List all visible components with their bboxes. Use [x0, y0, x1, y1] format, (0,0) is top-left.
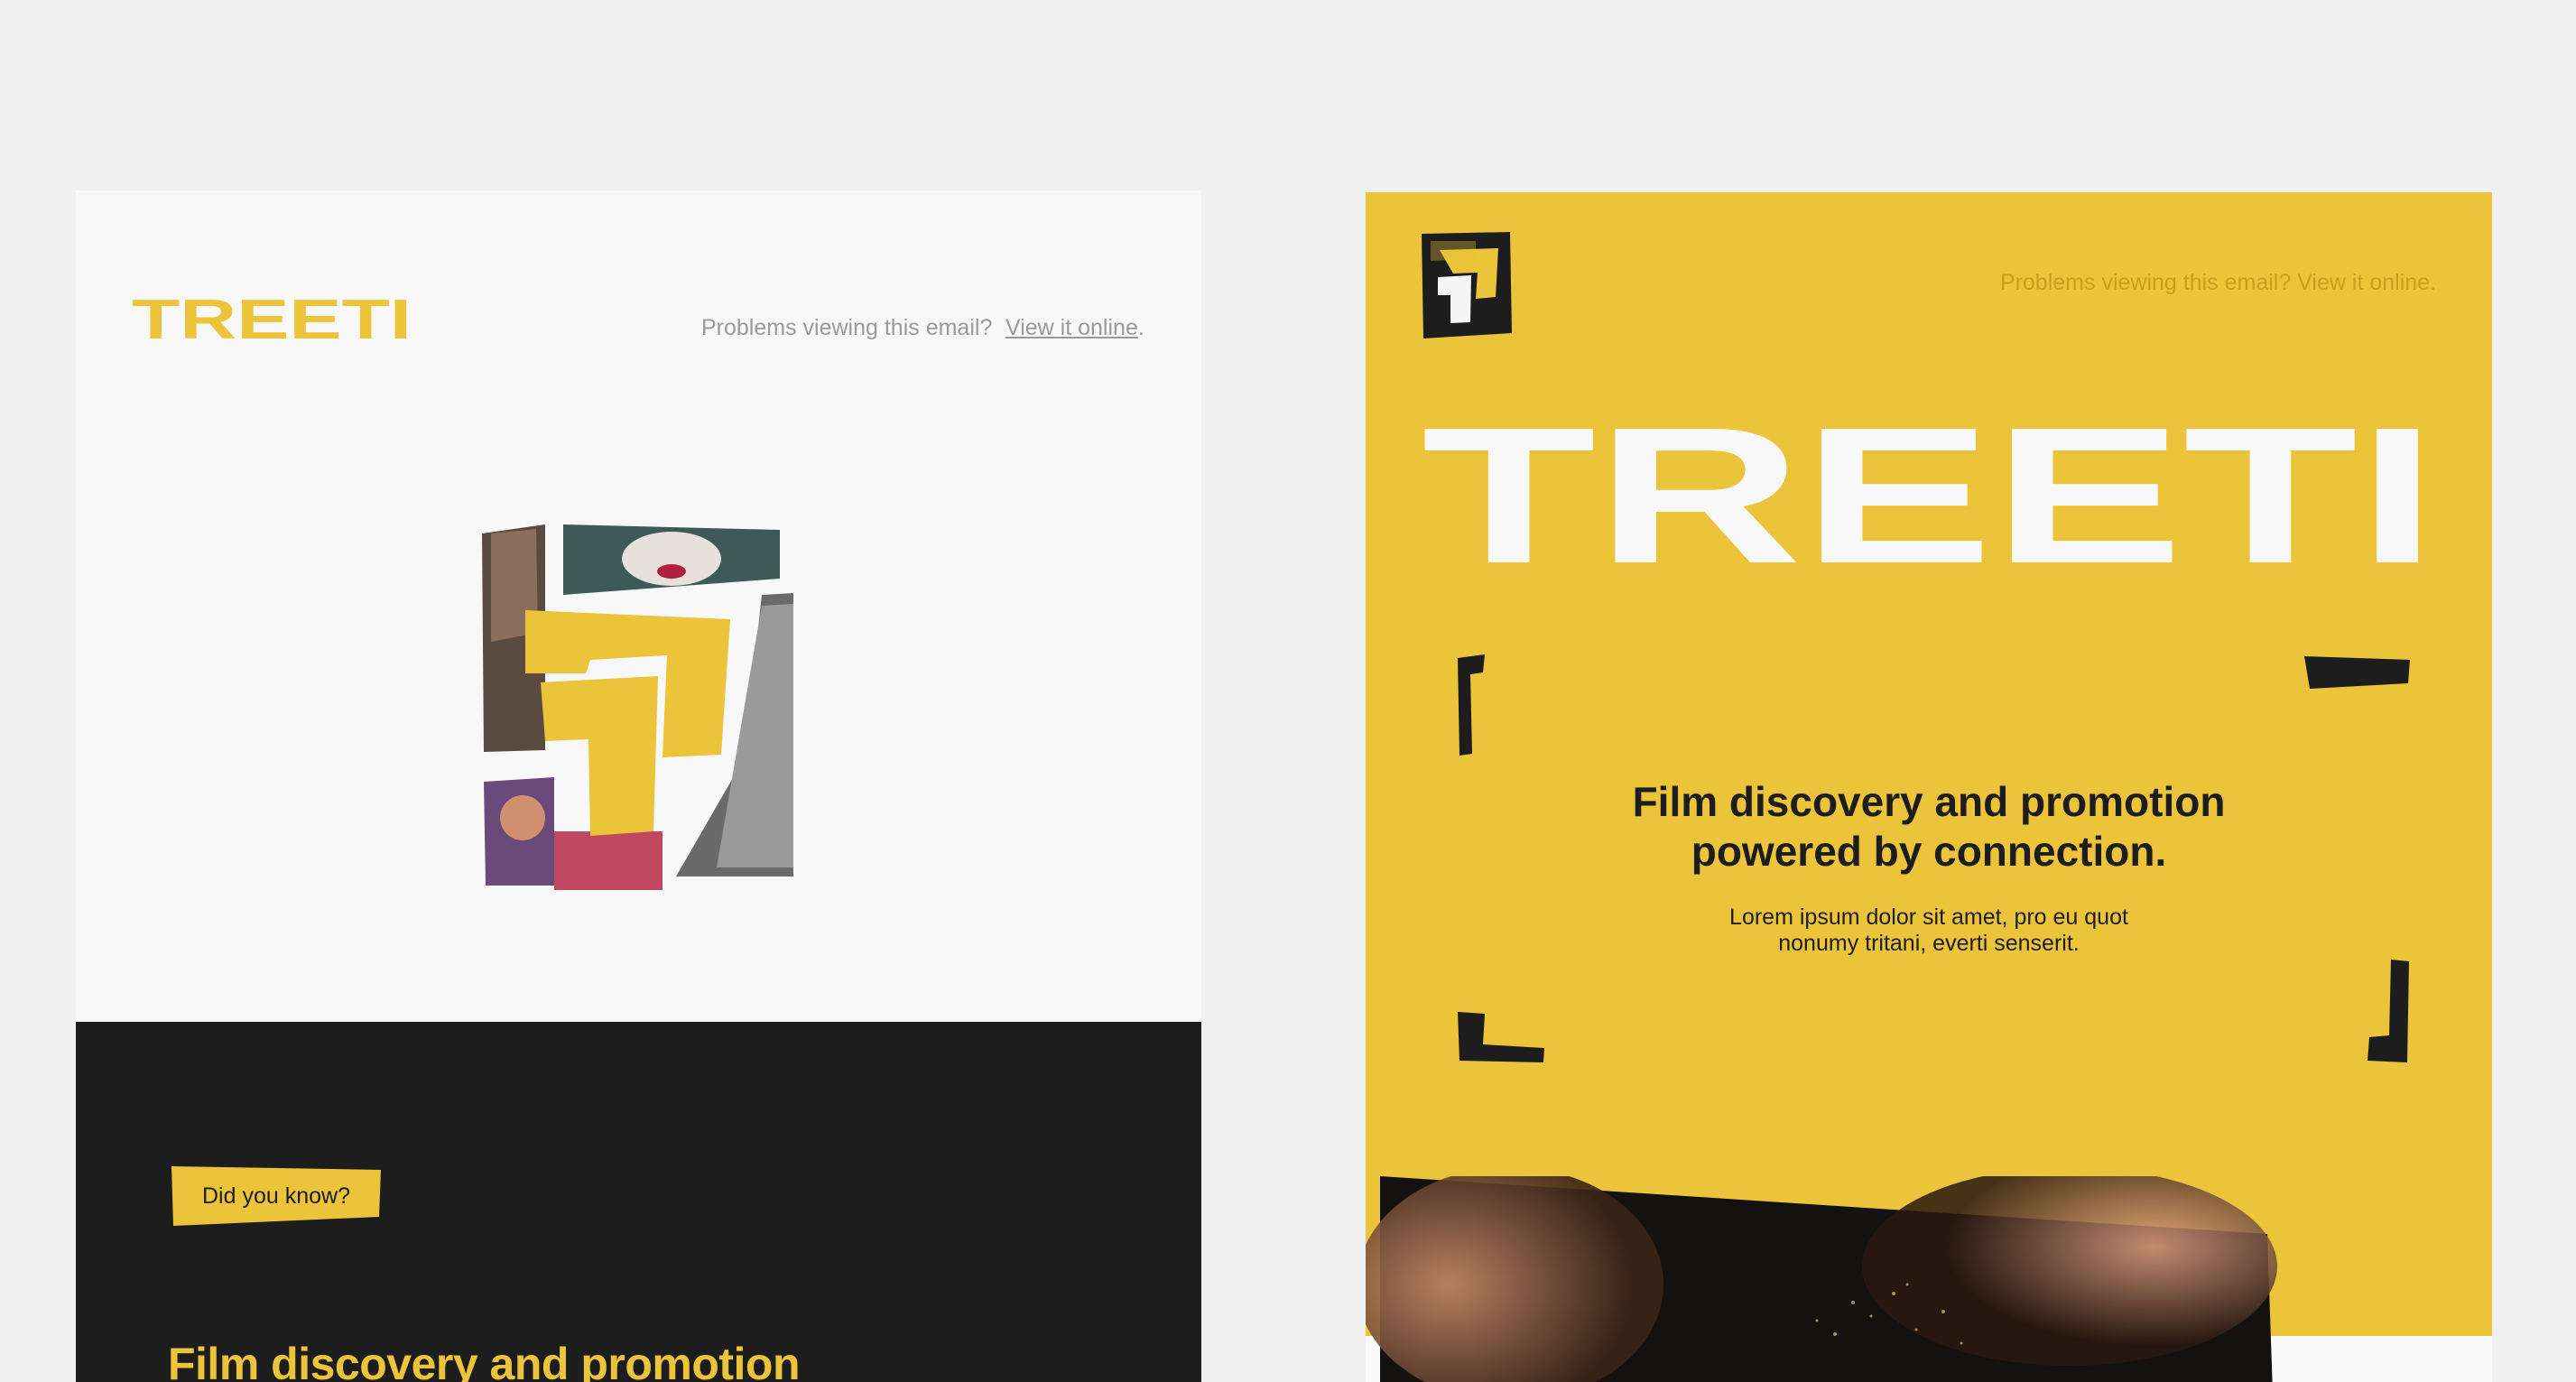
hero-headline-line1: Film discovery and promotion: [1632, 778, 2226, 825]
bracket-top-left: [1458, 654, 1485, 756]
badge-label: Did you know?: [202, 1183, 350, 1209]
right-email-preview: Problems viewing this email? View it onl…: [1366, 192, 2492, 1382]
did-you-know-badge: Did you know?: [171, 1166, 381, 1226]
treeti-icon-logo[interactable]: [1422, 232, 1515, 339]
did-you-know-section: Did you know? Film discovery and promoti…: [76, 1022, 1201, 1382]
problems-viewing-text: Problems viewing this email?: [701, 315, 993, 340]
hands-photo: [1366, 1176, 2277, 1382]
hero-subtext: Lorem ipsum dolor sit amet, pro eu quot …: [1366, 904, 2492, 957]
trailing-period: .: [1138, 315, 1144, 340]
treeti-logo[interactable]: TREETI: [132, 297, 412, 342]
hero-headline: Film discovery and promotion powered by …: [1366, 777, 2492, 877]
hero-headline-line2: powered by connection.: [1691, 828, 2167, 875]
svg-text:TREETI: TREETI: [132, 297, 412, 342]
bracket-bottom-right: [2368, 960, 2409, 1062]
bracket-bottom-left: [1458, 1012, 1544, 1062]
left-email-preview: TREETI Problems viewing this email? View…: [76, 190, 1201, 1382]
hero-subtext-line2: nonumy tritani, everti senserit.: [1778, 931, 2080, 956]
svg-text:TREETI: TREETI: [1422, 413, 2437, 567]
treeti-wordmark: TREETI: [1422, 413, 2437, 567]
hero-subtext-line1: Lorem ipsum dolor sit amet, pro eu quot: [1729, 904, 2128, 930]
problems-viewing-link[interactable]: Problems viewing this email? View it onl…: [2000, 270, 2436, 296]
section-headline: Film discovery and promotion: [168, 1339, 801, 1382]
view-online-link[interactable]: View it online: [1005, 315, 1138, 341]
bracket-top-right: [2304, 656, 2410, 689]
photo-collage-logo: [482, 524, 793, 890]
